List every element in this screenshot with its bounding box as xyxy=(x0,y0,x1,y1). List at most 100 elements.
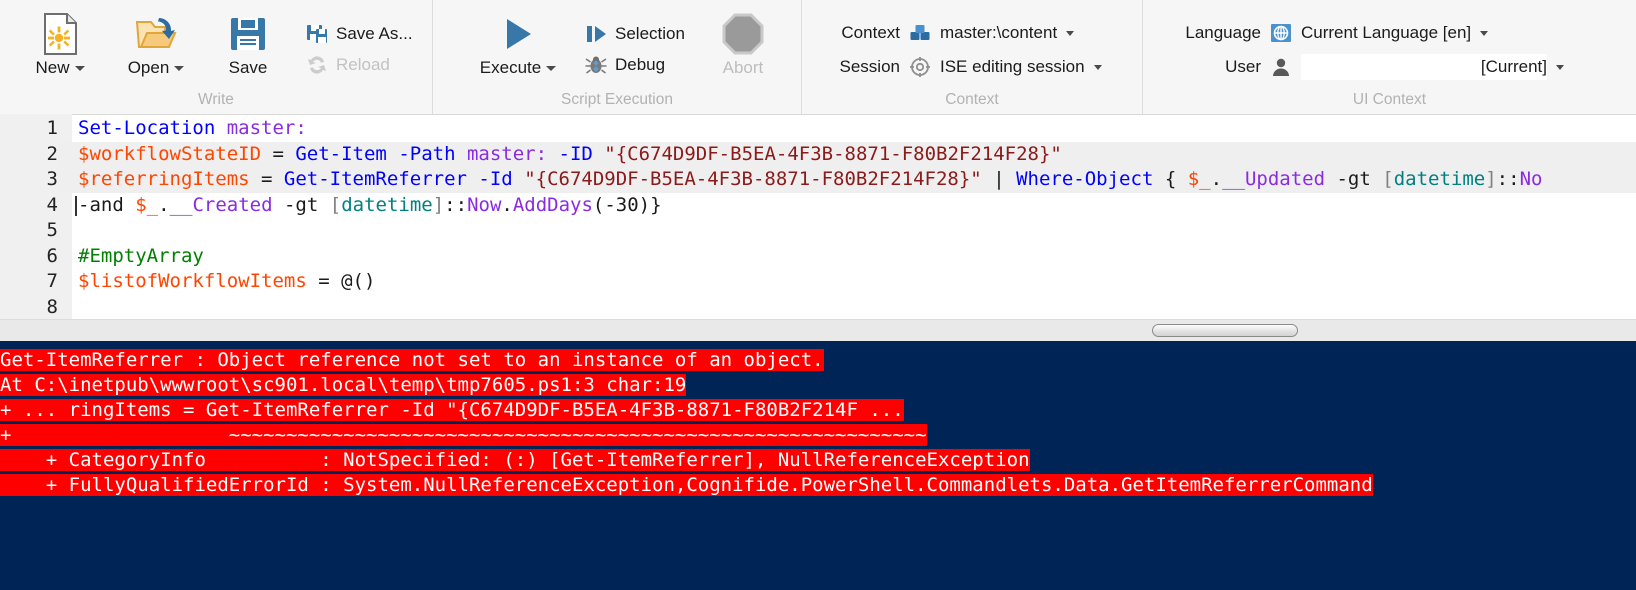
console-error-text: + ~~~~~~~~~~~~~~~~~~~~~~~~~~~~~~~~~~~~~~… xyxy=(0,424,927,446)
code-line[interactable]: 1 Set-Location master: xyxy=(0,116,1636,142)
code-line[interactable]: 4 -and $_.__Created -gt [datetime]::Now.A… xyxy=(0,193,1636,219)
editor-horizontal-scrollbar[interactable] xyxy=(0,319,1636,341)
scrollbar-thumb[interactable] xyxy=(1152,324,1298,337)
code-token: master: xyxy=(226,117,307,139)
code-line[interactable]: 8 xyxy=(0,295,1636,320)
reload-icon xyxy=(306,54,328,76)
ribbon-toolbar: New Open Save Save As... Reload Write Ex… xyxy=(0,0,1636,114)
console-error-text: + FullyQualifiedErrorId : System.NullRef… xyxy=(0,474,1373,496)
code-token: Set-Location xyxy=(78,117,216,139)
code-text: $referringItems = Get-ItemReferrer -Id "… xyxy=(78,167,1542,193)
code-token: Get-Item xyxy=(295,142,387,165)
open-button[interactable]: Open xyxy=(108,8,204,78)
code-text: Set-Location master: xyxy=(78,116,307,142)
code-text: $listofWorkflowItems = @() xyxy=(78,269,375,295)
execute-button-label: Execute xyxy=(479,58,542,77)
editor-top-border xyxy=(0,114,1636,115)
chevron-down-icon[interactable] xyxy=(74,65,85,71)
chevron-down-icon[interactable] xyxy=(1066,30,1075,36)
user-value: [Current] xyxy=(1480,57,1547,76)
ribbon-group-context: Context master:\content Session ISE edit… xyxy=(801,0,1142,114)
session-row[interactable]: Session ISE editing session xyxy=(828,54,1102,80)
selection-button[interactable]: Selection xyxy=(581,22,689,46)
line-number: 7 xyxy=(46,270,58,292)
line-number: 8 xyxy=(46,295,58,318)
console-error-line: + ~~~~~~~~~~~~~~~~~~~~~~~~~~~~~~~~~~~~~~… xyxy=(0,423,1636,448)
code-content[interactable]: 1 Set-Location master: 2 $workflowStateID =… xyxy=(0,116,1636,319)
open-button-label: Open xyxy=(127,58,170,77)
user-field[interactable]: [Current] xyxy=(1301,54,1547,80)
abort-button[interactable]: Abort xyxy=(697,8,789,78)
text-cursor xyxy=(75,195,77,216)
new-button-label: New xyxy=(35,58,70,77)
code-line[interactable]: 2 $workflowStateID = Get-Item -Path maste… xyxy=(0,141,1636,168)
save-as-button[interactable]: Save As... xyxy=(302,22,417,46)
save-disk-icon xyxy=(229,12,267,56)
context-row[interactable]: Context master:\content xyxy=(828,20,1102,46)
console-error-line: + FullyQualifiedErrorId : System.NullRef… xyxy=(0,473,1636,498)
code-token: [ xyxy=(1382,168,1394,190)
user-row[interactable]: User [Current] xyxy=(1171,54,1564,80)
language-row[interactable]: Language Current Language [en] xyxy=(1171,20,1564,46)
debug-label: Debug xyxy=(615,55,666,74)
save-as-label: Save As... xyxy=(336,24,413,43)
save-button[interactable]: Save xyxy=(204,8,292,78)
session-label: Session xyxy=(839,57,900,76)
ribbon-group-script-execution: Execute Selection Debug Abort Script Exe… xyxy=(432,0,801,114)
chevron-down-icon[interactable] xyxy=(174,65,185,71)
code-token: __Updated xyxy=(1222,168,1326,190)
execute-button[interactable]: Execute xyxy=(463,8,573,78)
code-token: { xyxy=(1153,168,1188,190)
user-icon xyxy=(1270,56,1292,78)
line-number: 2 xyxy=(0,141,58,167)
code-token: -Path xyxy=(398,142,456,165)
reload-button[interactable]: Reload xyxy=(302,53,417,77)
debug-button[interactable]: Debug xyxy=(581,53,689,77)
console-error-line: Get-ItemReferrer : Object reference not … xyxy=(0,348,1636,373)
chevron-down-icon[interactable] xyxy=(1093,64,1102,70)
code-token: $referringItems xyxy=(78,168,250,190)
code-line[interactable]: 6 #EmptyArray xyxy=(0,244,1636,270)
code-line[interactable]: 7 $listofWorkflowItems = @() xyxy=(0,269,1636,295)
code-line[interactable]: 5 xyxy=(0,218,1636,244)
script-editor[interactable]: 1 Set-Location master: 2 $workflowStateID =… xyxy=(0,114,1636,319)
code-token: = xyxy=(261,142,296,165)
code-text: $workflowStateID = Get-Item -Path master… xyxy=(78,142,1062,168)
reload-label: Reload xyxy=(336,55,390,74)
code-token: "{C674D9DF-B5EA-4F3B-8871-F80B2F214F28}" xyxy=(604,142,1062,165)
target-icon xyxy=(909,56,931,78)
line-number: 4 xyxy=(46,193,58,216)
code-token: ] xyxy=(1485,168,1497,190)
code-token: = xyxy=(249,168,284,190)
code-token: Where-Object xyxy=(1016,168,1154,190)
code-token: #EmptyArray xyxy=(78,244,204,267)
abort-label: Abort xyxy=(722,58,764,77)
code-line[interactable]: 3 $referringItems = Get-ItemReferrer -Id … xyxy=(0,167,1636,193)
save-as-icon xyxy=(306,23,328,45)
code-token: datetime xyxy=(341,193,433,216)
chevron-down-icon[interactable] xyxy=(1556,64,1564,70)
code-text: #EmptyArray xyxy=(78,244,204,270)
console-error-text: At C:\inetpub\wwwroot\sc901.local\temp\t… xyxy=(0,374,687,396)
context-label: Context xyxy=(841,23,900,42)
code-token: -gt xyxy=(283,193,319,216)
code-token: $_ xyxy=(1187,168,1211,190)
database-blocks-icon xyxy=(909,22,931,44)
new-button[interactable]: New xyxy=(12,8,108,78)
chevron-down-icon[interactable] xyxy=(546,65,557,71)
code-token: . xyxy=(501,193,513,216)
chevron-down-icon[interactable] xyxy=(1480,30,1489,36)
code-text: -and $_.__Created -gt [datetime]::Now.Ad… xyxy=(78,193,662,219)
ribbon-group-ui-context: Language Current Language [en] User [Cur… xyxy=(1142,0,1636,114)
output-console[interactable]: Get-ItemReferrer : Object reference not … xyxy=(0,341,1636,590)
group-label-write: Write xyxy=(198,91,234,108)
